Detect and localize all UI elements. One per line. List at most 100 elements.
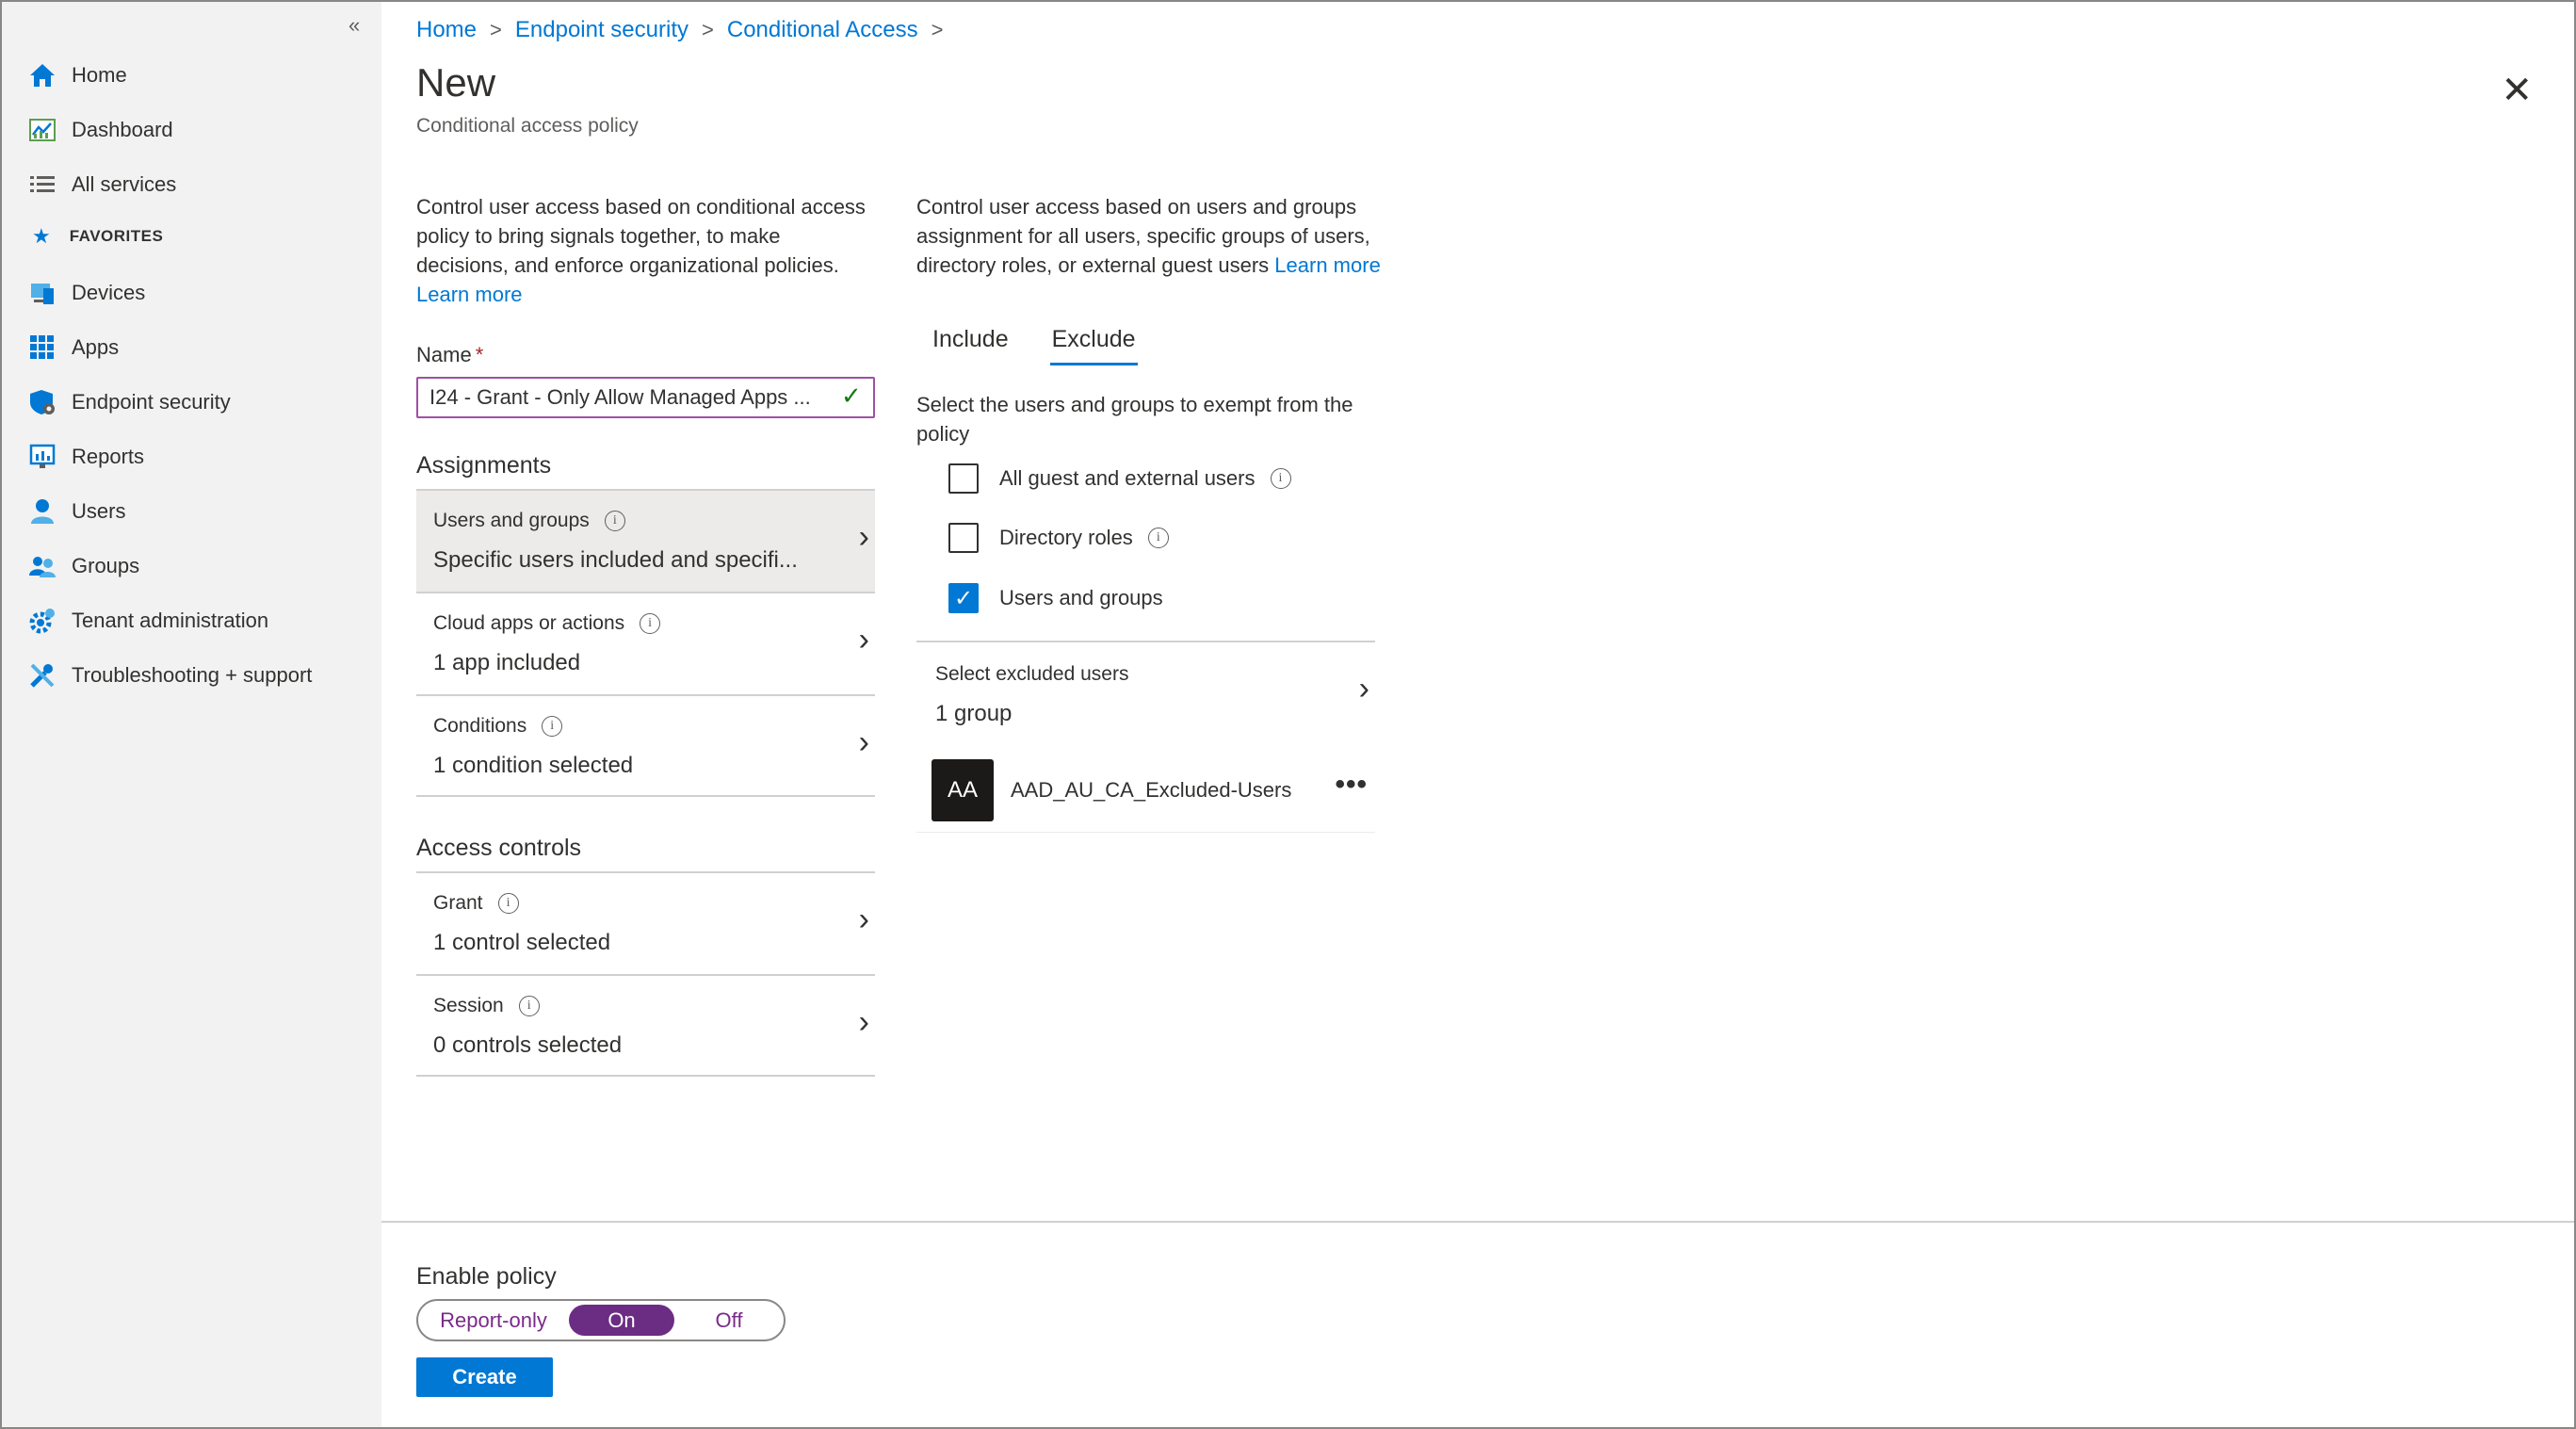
checkbox-label: All guest and external users [999,466,1256,490]
all-guest-users-checkbox[interactable] [948,463,979,494]
collapse-sidebar-icon[interactable]: « [348,13,360,38]
user-icon [26,495,58,528]
row-value: Specific users included and specifi... [433,547,798,573]
sidebar-item-devices[interactable]: Devices [26,272,145,314]
directory-roles-option[interactable]: Directory roles i [948,523,1169,553]
info-icon[interactable]: i [497,893,519,914]
sidebar-item-label: Apps [72,335,120,359]
learn-more-link[interactable]: Learn more [1274,253,1381,277]
sidebar-item-groups[interactable]: Groups [26,545,139,587]
row-value: 1 group [935,701,1013,726]
breadcrumb-endpoint-security[interactable]: Endpoint security [515,17,689,43]
conditions-row[interactable]: Conditions i 1 condition selected › [416,694,875,797]
users-and-groups-checkbox[interactable]: ✓ [948,583,979,613]
sidebar-item-troubleshooting[interactable]: Troubleshooting + support [26,655,312,696]
chevron-right-icon: > [702,18,714,41]
row-title: Cloud apps or actions i [433,612,661,635]
info-icon[interactable]: i [1270,468,1291,489]
row-title: Select excluded users [935,663,1129,685]
sidebar-item-all-services[interactable]: All services [26,164,176,205]
chevron-right-icon: > [490,18,502,41]
sidebar-item-label: All services [72,172,177,196]
row-title-text: Conditions [433,715,527,737]
info-icon[interactable]: i [542,716,563,737]
row-title: Session i [433,995,540,1017]
favorites-label: FAVORITES [69,227,164,245]
toggle-off[interactable]: Off [674,1308,784,1333]
apps-grid-icon [26,332,58,364]
dashboard-icon [26,114,58,146]
sidebar-item-label: Troubleshooting + support [72,663,313,687]
group-name: AAD_AU_CA_Excluded-Users [1011,777,1292,802]
wrench-icon [26,659,58,691]
policy-description-text: Control user access based on conditional… [416,195,866,277]
directory-roles-checkbox[interactable] [948,523,979,553]
access-controls-title: Access controls [416,835,582,861]
select-excluded-users-row[interactable]: Select excluded users 1 group › [916,641,1375,746]
reports-icon [26,441,58,473]
all-guest-users-option[interactable]: All guest and external users i [948,463,1291,494]
cloud-apps-row[interactable]: Cloud apps or actions i 1 app included › [416,592,875,694]
row-title: Users and groups i [433,510,625,532]
sidebar-item-label: Home [72,63,127,87]
name-label: Name * [416,343,483,367]
row-title-text: Grant [433,892,483,914]
breadcrumb: Home > Endpoint security > Conditional A… [416,17,957,43]
shield-icon [26,386,58,418]
row-value: 0 controls selected [433,1032,623,1058]
chevron-right-icon: › [858,519,869,555]
sidebar-item-apps[interactable]: Apps [26,327,119,368]
info-icon[interactable]: i [1147,528,1169,548]
sidebar-item-label: Devices [72,281,146,304]
enable-policy-label: Enable policy [416,1263,557,1290]
learn-more-link[interactable]: Learn more [416,283,523,306]
breadcrumb-conditional-access[interactable]: Conditional Access [727,17,918,43]
sidebar-item-reports[interactable]: Reports [26,436,144,478]
session-row[interactable]: Session i 0 controls selected › [416,974,875,1077]
name-label-text: Name [416,343,472,366]
page-subtitle: Conditional access policy [416,115,639,137]
star-icon: ★ [32,224,51,248]
gear-icon [26,605,58,637]
sidebar-item-label: Reports [72,445,145,468]
policy-description: Control user access based on conditional… [416,192,878,309]
create-button[interactable]: Create [416,1357,553,1397]
required-marker: * [475,343,484,366]
grant-row[interactable]: Grant i 1 control selected › [416,871,875,974]
users-and-groups-option[interactable]: ✓ Users and groups [948,583,1163,613]
breadcrumb-home[interactable]: Home [416,17,477,43]
enable-policy-toggle: Report-only On Off [416,1299,786,1341]
chevron-right-icon: › [858,901,869,937]
sidebar-item-endpoint-security[interactable]: Endpoint security [26,382,231,423]
sidebar-item-label: Tenant administration [72,609,269,632]
assignments-title: Assignments [416,452,552,479]
sidebar-item-label: Endpoint security [72,390,231,414]
users-groups-description: Control user access based on users and g… [916,192,1387,280]
more-options-icon[interactable]: ••• [1335,769,1368,801]
sidebar-item-users[interactable]: Users [26,491,125,532]
devices-icon [26,277,58,309]
row-title: Grant i [433,892,519,915]
main-panel: Home > Endpoint security > Conditional A… [381,2,2574,1427]
sidebar-item-dashboard[interactable]: Dashboard [26,109,173,151]
sidebar-item-tenant-admin[interactable]: Tenant administration [26,600,268,641]
footer-divider [381,1221,2574,1223]
sidebar: « Home Dashboard All services ★ FAVORITE… [2,2,381,1427]
tab-include[interactable]: Include [931,322,1011,365]
tab-exclude[interactable]: Exclude [1049,322,1138,365]
sidebar-item-label: Dashboard [72,118,173,141]
sidebar-item-home[interactable]: Home [26,55,127,96]
info-icon[interactable]: i [640,613,661,634]
toggle-report-only[interactable]: Report-only [418,1308,569,1333]
checkbox-label: Directory roles [999,526,1133,549]
chevron-right-icon: > [931,18,944,41]
users-and-groups-row[interactable]: Users and groups i Specific users include… [416,489,875,592]
chevron-right-icon: › [858,1004,869,1040]
close-icon[interactable]: ✕ [2501,72,2533,109]
info-icon[interactable]: i [518,996,540,1016]
policy-name-input[interactable] [416,377,875,418]
toggle-on[interactable]: On [569,1305,674,1336]
row-title-text: Cloud apps or actions [433,612,625,634]
checkmark-icon: ✓ [841,382,862,410]
info-icon[interactable]: i [604,511,625,531]
